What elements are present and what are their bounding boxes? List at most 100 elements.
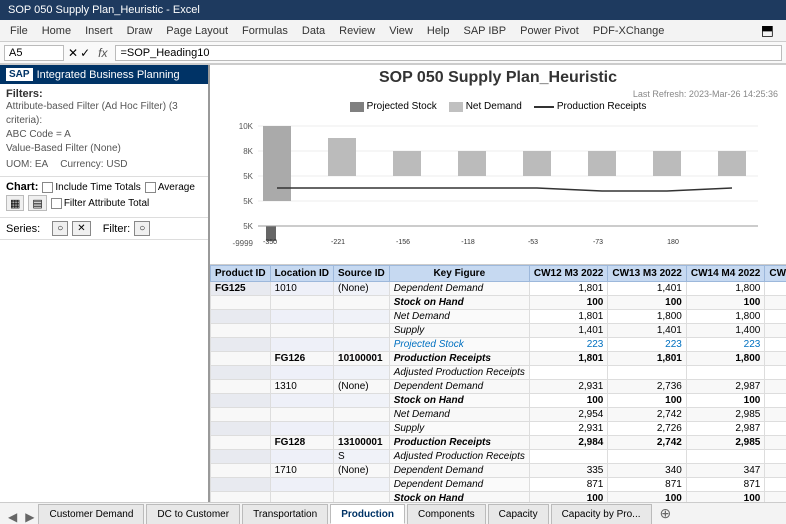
bar-net-demand-3 [393,151,421,176]
menu-file[interactable]: File [4,23,34,39]
legend-projected-stock-label: Projected Stock [367,101,437,112]
svg-text:-73: -73 [593,239,603,246]
col-header-source: Source ID [334,266,390,282]
tab-customer-demand[interactable]: Customer Demand [38,504,144,524]
menu-sap-ibp[interactable]: SAP IBP [458,23,513,39]
tab-capacity-by-pro[interactable]: Capacity by Pro... [551,504,652,524]
table-row: FG1251010(None)Dependent Demand1,8011,40… [211,282,786,296]
filter-attr-checkbox[interactable]: Filter Attribute Total [51,198,149,209]
average-checkbox[interactable]: Average [145,182,195,193]
cell-reference[interactable] [4,45,64,61]
formula-bar: ✕ ✓ fx [0,42,786,64]
bar-net-demand-8 [718,151,746,176]
legend-projected-stock-icon [350,102,364,112]
svg-text:5K: 5K [243,197,253,206]
cancel-formula-icon[interactable]: ✕ [68,46,78,60]
menu-review[interactable]: Review [333,23,381,39]
menu-power-pivot[interactable]: Power Pivot [514,23,585,39]
title-bar: SOP 050 Supply Plan_Heuristic - Excel [0,0,786,20]
menu-insert[interactable]: Insert [79,23,119,39]
svg-text:10K: 10K [239,122,254,131]
bar-net-demand-5 [523,151,551,176]
chart-last-refresh: Last Refresh: 2023-Mar-26 14:25:36 [218,89,778,99]
svg-text:5K: 5K [243,222,253,231]
table-row: Supply2,9312,7262,9872,7472,8922,7232,85… [211,422,786,436]
filters-label: Filters: [6,88,202,100]
chart-label: Chart: [6,181,38,193]
menu-view[interactable]: View [383,23,419,39]
svg-text:180: 180 [667,239,679,246]
table-row: Net Demand2,9542,7422,9852,7472,8902,716… [211,408,786,422]
col-header-location: Location ID [270,266,333,282]
chart-icon-btn-1[interactable]: ▦ [6,195,24,211]
legend-net-demand-label: Net Demand [466,101,522,112]
table-row: FG12610100001Production Receipts1,8011,8… [211,352,786,366]
chart-icon-btn-2[interactable]: ▤ [28,195,46,211]
bar-net-demand-6 [588,151,616,176]
menu-home[interactable]: Home [36,23,77,39]
sap-title: Integrated Business Planning [37,69,180,81]
include-time-checkbox[interactable]: Include Time Totals [42,182,140,193]
svg-text:5K: 5K [243,172,253,181]
svg-text:-53: -53 [528,239,538,246]
uom-text: UOM: EA [6,158,48,172]
fx-label: fx [94,46,111,60]
svg-text:-118: -118 [461,239,475,246]
menu-page-layout[interactable]: Page Layout [160,23,234,39]
col-header-cw15: CW15 M4 2022 [765,266,786,282]
chart-title: SOP 050 Supply Plan_Heuristic [218,69,778,87]
add-tab-button[interactable]: ⊕ [654,502,678,524]
tab-nav-left[interactable]: ◀ [4,510,21,524]
chart-area: SOP 050 Supply Plan_Heuristic Last Refre… [210,65,786,265]
menu-pdf-xchange[interactable]: PDF-XChange [587,23,671,39]
series-btn-x2[interactable]: ✕ [72,221,90,236]
series-row: Series: ○ ✕ Filter: ○ [0,218,208,240]
legend-production-receipts: Production Receipts [534,101,647,112]
confirm-formula-icon[interactable]: ✓ [80,46,90,60]
data-table-area[interactable]: Product ID Location ID Source ID Key Fig… [210,265,786,502]
legend-production-receipts-icon [534,106,554,108]
line-production-receipts [277,188,732,191]
svg-text:-156: -156 [396,239,410,246]
left-panel: SAP Integrated Business Planning Filters… [0,65,210,502]
menu-formulas[interactable]: Formulas [236,23,294,39]
tab-production[interactable]: Production [330,504,405,524]
filter-attr-box[interactable] [51,198,62,209]
menu-data[interactable]: Data [296,23,331,39]
bar-net-demand-7 [653,151,681,176]
col-header-product: Product ID [211,266,271,282]
filter-attr-label: Filter Attribute Total [64,198,149,209]
formula-input[interactable] [115,45,782,61]
tab-components[interactable]: Components [407,504,486,524]
bar-net-demand-4 [458,151,486,176]
tab-dc-to-customer[interactable]: DC to Customer [146,504,240,524]
chart-legend: Projected Stock Net Demand Production Re… [218,101,778,112]
filter-label: Filter: [103,223,131,235]
menu-help[interactable]: Help [421,23,456,39]
table-row: Stock on Hand100100100100100100100100 [211,394,786,408]
svg-text:-221: -221 [331,239,345,246]
filter3-text: Value-Based Filter (None) [6,142,202,156]
col-header-cw14: CW14 M4 2022 [686,266,764,282]
include-time-box[interactable] [42,182,53,193]
tab-capacity[interactable]: Capacity [488,504,549,524]
filters-section: Filters: Attribute-based Filter (Ad Hoc … [0,84,208,177]
menu-bar: File Home Insert Draw Page Layout Formul… [0,20,786,42]
table-row: 1310(None)Dependent Demand2,9312,7362,98… [211,380,786,394]
col-header-cw12: CW12 M3 2022 [529,266,607,282]
table-header-row: Product ID Location ID Source ID Key Fig… [211,266,786,282]
tab-transportation[interactable]: Transportation [242,504,328,524]
filter2-text: ABC Code = A [6,128,202,142]
bar-chart-svg: 10K 8K 5K 5K 5K -9999 [218,116,778,246]
data-table: Product ID Location ID Source ID Key Fig… [210,265,786,502]
tab-nav-right[interactable]: ▶ [21,510,38,524]
restore-icon[interactable]: ⬒ [753,22,782,39]
main-content: SAP Integrated Business Planning Filters… [0,64,786,502]
series-btn-x[interactable]: ○ [52,221,68,236]
table-row: FG12813100001Production Receipts2,9842,7… [211,436,786,450]
average-box[interactable] [145,182,156,193]
table-row: Projected Stock223223223233233233233233 [211,338,786,352]
filter-btn[interactable]: ○ [134,221,150,236]
table-row: Adjusted Production Receipts [211,366,786,380]
menu-draw[interactable]: Draw [121,23,159,39]
